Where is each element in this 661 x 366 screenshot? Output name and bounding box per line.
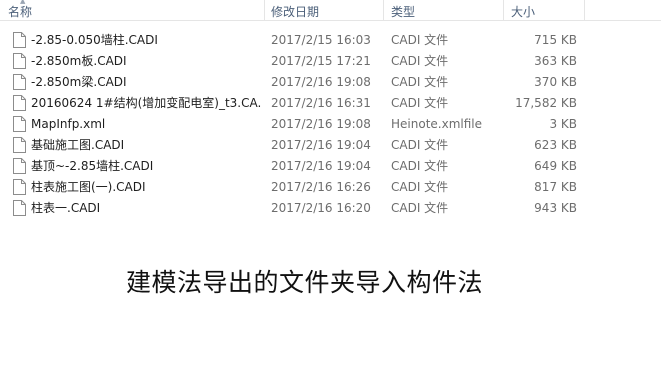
file-size: 17,582 KB xyxy=(515,96,577,110)
file-type: CADI 文件 xyxy=(391,159,449,173)
file-row[interactable]: 柱表施工图(一).CADI 2017/2/16 16:26 CADI 文件 81… xyxy=(0,177,661,198)
file-name: 柱表一.CADI xyxy=(31,201,101,215)
file-size: 623 KB xyxy=(534,138,577,152)
file-row[interactable]: 基础施工图.CADI 2017/2/16 19:04 CADI 文件 623 K… xyxy=(0,135,661,156)
caption-text: 建模法导出的文件夹导入构件法 xyxy=(126,268,484,297)
column-header-name[interactable]: ▲ 名称 xyxy=(8,0,33,20)
file-type: CADI 文件 xyxy=(391,138,449,152)
file-date: 2017/2/16 19:04 xyxy=(271,159,371,173)
column-header-type[interactable]: 类型 xyxy=(391,3,415,20)
column-header-size-label: 大小 xyxy=(511,5,536,19)
file-date: 2017/2/15 17:21 xyxy=(271,54,371,68)
file-name: 基础施工图.CADI xyxy=(31,138,125,152)
file-size: 3 KB xyxy=(549,117,577,131)
file-row[interactable]: -2.850m梁.CADI 2017/2/16 19:08 CADI 文件 37… xyxy=(0,72,661,93)
file-name: MapInfp.xml xyxy=(31,117,106,131)
column-divider[interactable] xyxy=(264,0,265,21)
file-type: CADI 文件 xyxy=(391,201,449,215)
file-size: 715 KB xyxy=(534,33,577,47)
file-date: 2017/2/16 19:04 xyxy=(271,138,371,152)
file-date: 2017/2/16 19:08 xyxy=(271,117,371,131)
column-divider[interactable] xyxy=(584,0,585,21)
column-divider[interactable] xyxy=(383,0,384,21)
file-date: 2017/2/16 16:20 xyxy=(271,201,371,215)
file-size: 649 KB xyxy=(534,159,577,173)
file-type: CADI 文件 xyxy=(391,75,449,89)
file-icon xyxy=(13,179,26,195)
file-size: 817 KB xyxy=(534,180,577,194)
column-header-type-label: 类型 xyxy=(391,5,416,19)
file-icon xyxy=(13,53,26,69)
file-row[interactable]: -2.85-0.050墙柱.CADI 2017/2/15 16:03 CADI … xyxy=(0,30,661,51)
file-icon xyxy=(13,116,26,132)
column-header-date[interactable]: 修改日期 xyxy=(271,3,319,20)
file-icon xyxy=(13,74,26,90)
file-type: CADI 文件 xyxy=(391,33,449,47)
file-size: 370 KB xyxy=(534,75,577,89)
file-type: CADI 文件 xyxy=(391,96,449,110)
file-list: -2.85-0.050墙柱.CADI 2017/2/15 16:03 CADI … xyxy=(0,30,661,219)
file-name: 20160624 1#结构(增加变配电室)_t3.CA... xyxy=(31,96,261,110)
file-name: 基顶~-2.85墙柱.CADI xyxy=(31,159,154,173)
file-row[interactable]: MapInfp.xml 2017/2/16 19:08 Heinote.xmlf… xyxy=(0,114,661,135)
file-row[interactable]: 柱表一.CADI 2017/2/16 16:20 CADI 文件 943 KB xyxy=(0,198,661,219)
column-header-bar: ▲ 名称 修改日期 类型 大小 xyxy=(0,0,661,21)
file-name: 柱表施工图(一).CADI xyxy=(31,180,146,194)
column-header-date-label: 修改日期 xyxy=(271,5,320,19)
column-header-name-label: 名称 xyxy=(8,5,33,19)
file-icon xyxy=(13,95,26,111)
file-row[interactable]: 基顶~-2.85墙柱.CADI 2017/2/16 19:04 CADI 文件 … xyxy=(0,156,661,177)
file-icon xyxy=(13,158,26,174)
file-icon xyxy=(13,200,26,216)
file-row[interactable]: -2.850m板.CADI 2017/2/15 17:21 CADI 文件 36… xyxy=(0,51,661,72)
file-type: Heinote.xmlfile xyxy=(391,117,482,131)
file-icon xyxy=(13,32,26,48)
file-date: 2017/2/16 19:08 xyxy=(271,75,371,89)
file-size: 363 KB xyxy=(534,54,577,68)
file-row[interactable]: 20160624 1#结构(增加变配电室)_t3.CA... 2017/2/16… xyxy=(0,93,661,114)
file-type: CADI 文件 xyxy=(391,54,449,68)
file-date: 2017/2/16 16:26 xyxy=(271,180,371,194)
file-name: -2.850m梁.CADI xyxy=(31,75,127,89)
file-date: 2017/2/15 16:03 xyxy=(271,33,371,47)
file-date: 2017/2/16 16:31 xyxy=(271,96,371,110)
file-size: 943 KB xyxy=(534,201,577,215)
file-name: -2.85-0.050墙柱.CADI xyxy=(31,33,158,47)
column-divider[interactable] xyxy=(503,0,504,21)
sort-up-icon: ▲ xyxy=(20,0,26,5)
file-type: CADI 文件 xyxy=(391,180,449,194)
file-icon xyxy=(13,137,26,153)
column-header-size[interactable]: 大小 xyxy=(511,3,535,20)
file-name: -2.850m板.CADI xyxy=(31,54,127,68)
